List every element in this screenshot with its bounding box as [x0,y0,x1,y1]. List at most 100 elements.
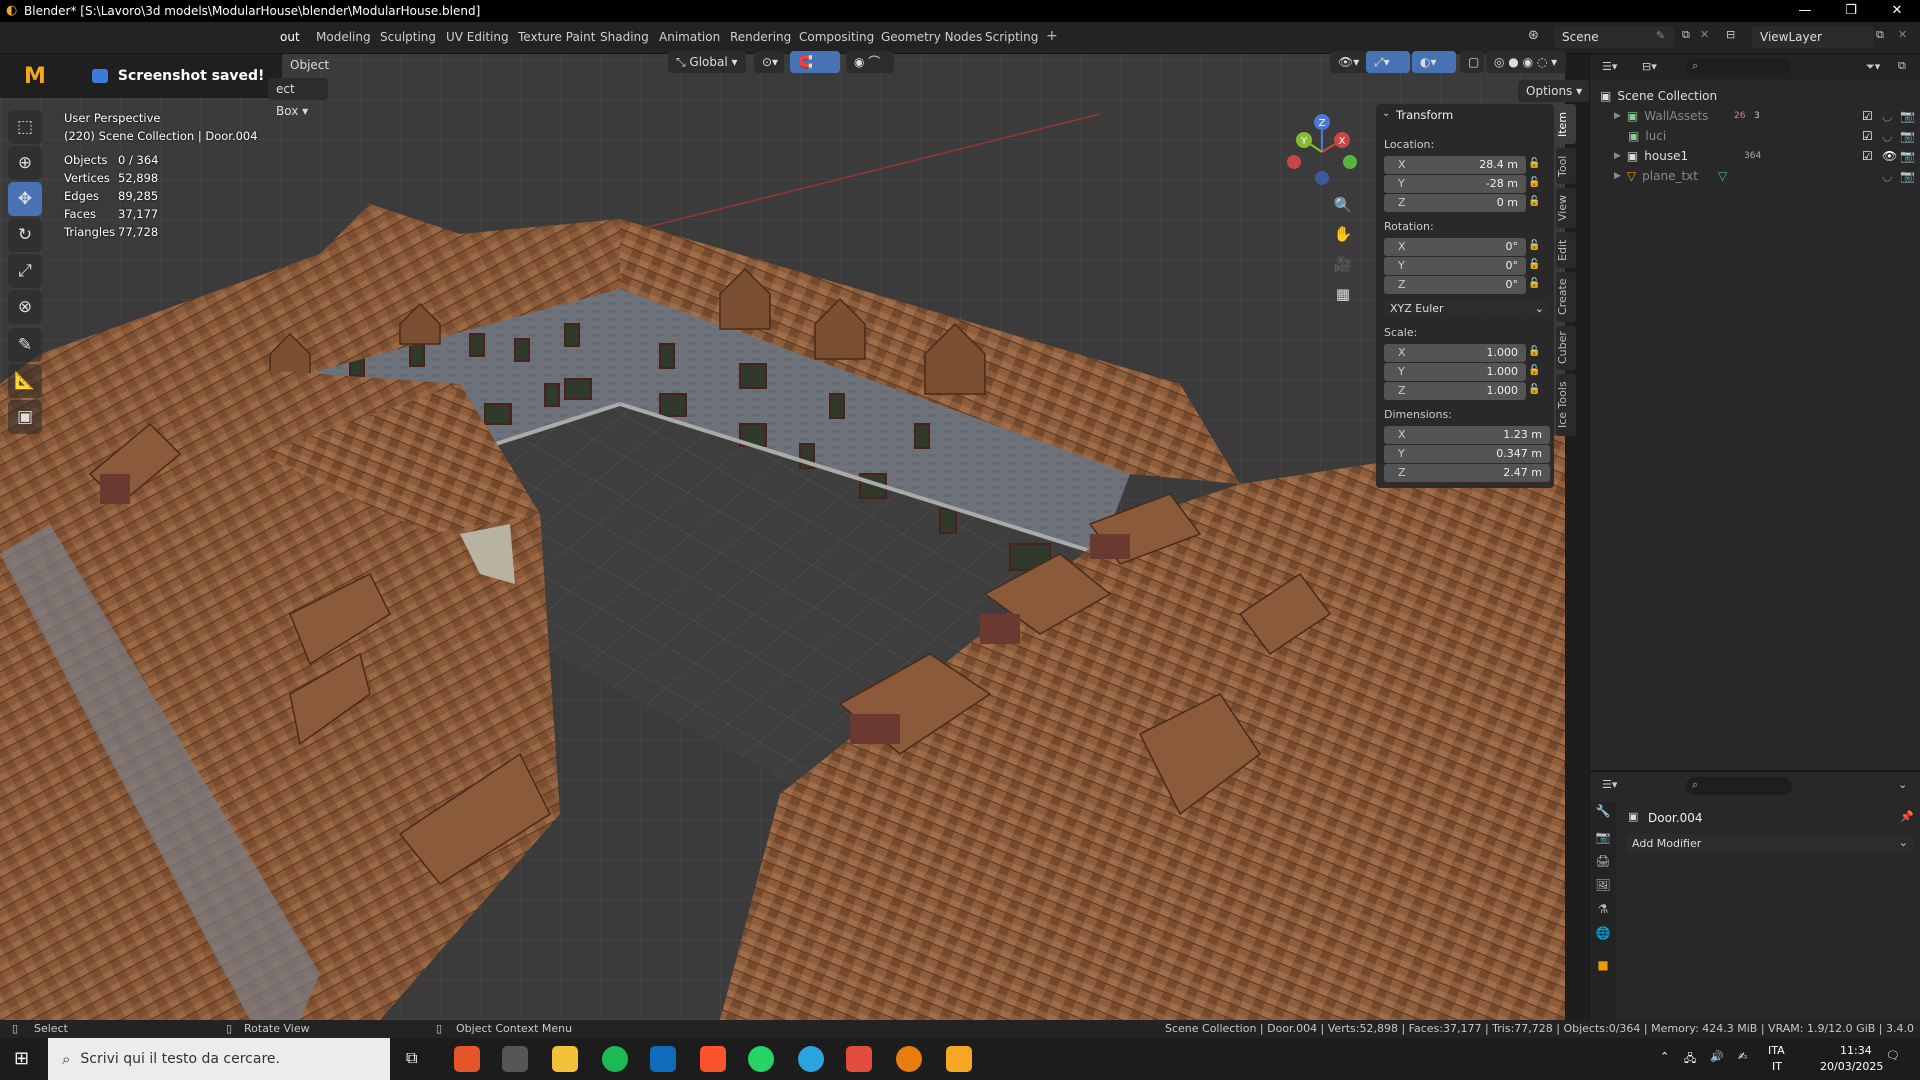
outliner-item[interactable]: ▣ luci ☑ ◡ 📷 [1614,126,1920,146]
navigation-gizmo[interactable]: Z X Y [1282,112,1362,192]
location-x-field[interactable]: X 28.4 m [1384,156,1526,174]
network-icon[interactable]: 🖧 [1684,1050,1696,1069]
clock-date[interactable]: 20/03/2025 [1820,1060,1883,1073]
outliner-item[interactable]: ▶ ▣ house1 364 ☑ 👁 📷 [1614,146,1920,166]
display-mode-icon[interactable]: ⊟▾ [1642,60,1657,73]
select-box-dropdown[interactable]: ect Box ▾ [268,78,328,118]
properties-search-input[interactable]: ⌕ [1686,777,1792,795]
tray-chevron-icon[interactable]: ⌃ [1660,1050,1669,1063]
tab-compositing[interactable]: Compositing [799,30,874,44]
eye-icon[interactable]: ◡ [1882,169,1892,183]
tab-scripting[interactable]: Scripting [985,30,1038,44]
location-z-field[interactable]: Z 0 m [1384,194,1526,212]
pivot-dropdown[interactable]: ⊙▾ [754,51,784,73]
filter-icon[interactable]: ⏷▾ [1866,60,1880,74]
tab-uv-editing[interactable]: UV Editing [446,30,509,44]
chevron-down-icon[interactable]: ⌄ [1898,778,1907,791]
lock-icon[interactable]: 🔓 [1528,278,1542,290]
lock-icon[interactable]: 🔓 [1528,365,1542,377]
tab-tool[interactable]: Tool [1556,148,1576,184]
new-collection-icon[interactable]: ⧉ [1898,59,1906,73]
dts-app-icon[interactable] [454,1046,480,1072]
rotation-x-field[interactable]: X 0° [1384,238,1526,256]
scene-browse-icon[interactable]: ⊛ [1528,28,1539,43]
tab-animation[interactable]: Animation [659,30,720,44]
scale-x-field[interactable]: X 1.000 [1384,344,1526,362]
new-scene-icon[interactable]: ⧉ [1682,28,1690,42]
scale-tool-icon[interactable]: ⤢ [8,254,42,288]
lock-icon[interactable]: 🔓 [1528,259,1542,271]
orientation-dropdown[interactable]: ⤡ Global ▾ [668,51,746,73]
transform-tool-icon[interactable]: ⊗ [8,290,42,324]
gizmo-toggle[interactable]: ⤢▾ [1366,51,1410,73]
tab-rendering[interactable]: Rendering [730,30,791,44]
pin-icon[interactable]: 📌 [1900,810,1914,823]
windows-start-icon[interactable]: ⊞ [14,1048,29,1069]
outliner-search-input[interactable]: ⌕ [1686,58,1790,76]
view-layer-icon[interactable]: 🖼 [1594,878,1612,896]
spotify-icon[interactable] [602,1046,628,1072]
overlay-toggle[interactable]: ◐▾ [1412,51,1456,73]
expand-arrow-icon[interactable]: ▶ [1614,111,1621,121]
dimension-x-field[interactable]: X 1.23 m [1384,426,1550,444]
lock-icon[interactable]: 🔓 [1528,158,1542,170]
tab-create[interactable]: Create [1556,272,1576,322]
editor-type-icon[interactable]: ☰▾ [1602,60,1617,73]
clock-time[interactable]: 11:34 [1840,1044,1872,1057]
file-manager-icon[interactable] [502,1046,528,1072]
outlook-icon[interactable] [650,1046,676,1072]
minimize-button[interactable]: — [1782,0,1828,22]
output-icon[interactable]: 🖨 [1594,854,1612,872]
explorer-folder-icon[interactable] [552,1046,578,1072]
whatsapp-icon[interactable] [748,1046,774,1072]
brave-browser-icon[interactable] [700,1046,726,1072]
language-code[interactable]: ITA [1768,1044,1785,1057]
lock-icon[interactable]: 🔓 [1528,240,1542,252]
editor-type-icon[interactable]: ☰▾ [1602,778,1617,791]
scene-icon[interactable]: ⚗ [1594,902,1612,920]
object-menu[interactable]: Object [282,54,337,76]
tab-view[interactable]: View [1556,188,1576,228]
eye-icon[interactable]: ◡ [1882,109,1892,123]
taskbar-search-input[interactable]: ⌕ Scrivi qui il testo da cercare. [48,1038,390,1080]
options-dropdown[interactable]: Options ▾ [1518,80,1591,102]
checkbox-icon[interactable]: ☑ [1862,109,1873,123]
measure-tool-icon[interactable]: 📐 [8,364,42,398]
tab-ice-tools[interactable]: Ice Tools [1556,374,1576,436]
telegram-icon[interactable] [798,1046,824,1072]
eye-icon[interactable]: ◡ [1882,129,1892,143]
tab-shading[interactable]: Shading [600,30,649,44]
expand-arrow-icon[interactable]: ▶ [1614,151,1621,161]
perspective-toggle-icon[interactable]: ▦ [1332,285,1354,307]
location-y-field[interactable]: Y -28 m [1384,175,1526,193]
scale-z-field[interactable]: Z 1.000 [1384,382,1526,400]
lock-icon[interactable]: 🔓 [1528,346,1542,358]
lock-icon[interactable]: 🔓 [1528,196,1542,208]
eye-icon[interactable]: 👁 [1882,149,1897,163]
lock-icon[interactable]: 🔓 [1528,177,1542,189]
brave-app-icon[interactable] [846,1046,872,1072]
tab-geometry-nodes[interactable]: Geometry Nodes [881,30,982,44]
outliner-item[interactable]: ▶ ▣ WallAssets 26 3 ☑ ◡ 📷 [1614,106,1920,126]
snap-toggle[interactable]: 🧲 [790,51,840,73]
rotation-z-field[interactable]: Z 0° [1384,276,1526,294]
maximize-button[interactable]: ❐ [1828,0,1874,22]
dimension-y-field[interactable]: Y 0.347 m [1384,445,1550,463]
new-viewlayer-icon[interactable]: ⧉ [1876,28,1884,42]
delete-viewlayer-icon[interactable]: ✕ [1898,28,1907,41]
tab-texture-paint[interactable]: Texture Paint [518,30,595,44]
tab-cuber[interactable]: Cuber [1556,326,1576,370]
delete-scene-icon[interactable]: ✕ [1700,28,1709,41]
viewlayer-browse-icon[interactable]: ⊟ [1726,28,1735,41]
select-box-tool-icon[interactable]: ⬚ [8,110,42,144]
cursor-tool-icon[interactable]: ⊕ [8,146,42,180]
collapse-chevron-icon[interactable]: ⌄ [1382,108,1390,119]
pen-icon[interactable]: ✍ [1738,1050,1747,1063]
proportional-edit[interactable]: ◉ ⌒ [846,51,894,73]
camera-render-icon[interactable]: 📷 [1900,129,1915,143]
viewlayer-name-field[interactable]: ViewLayer [1752,26,1874,48]
checkbox-icon[interactable]: ☑ [1862,129,1873,143]
tab-sculpting[interactable]: Sculpting [380,30,436,44]
tab-modeling[interactable]: Modeling [316,30,371,44]
add-modifier-dropdown[interactable]: Add Modifier ⌄ [1626,834,1914,854]
